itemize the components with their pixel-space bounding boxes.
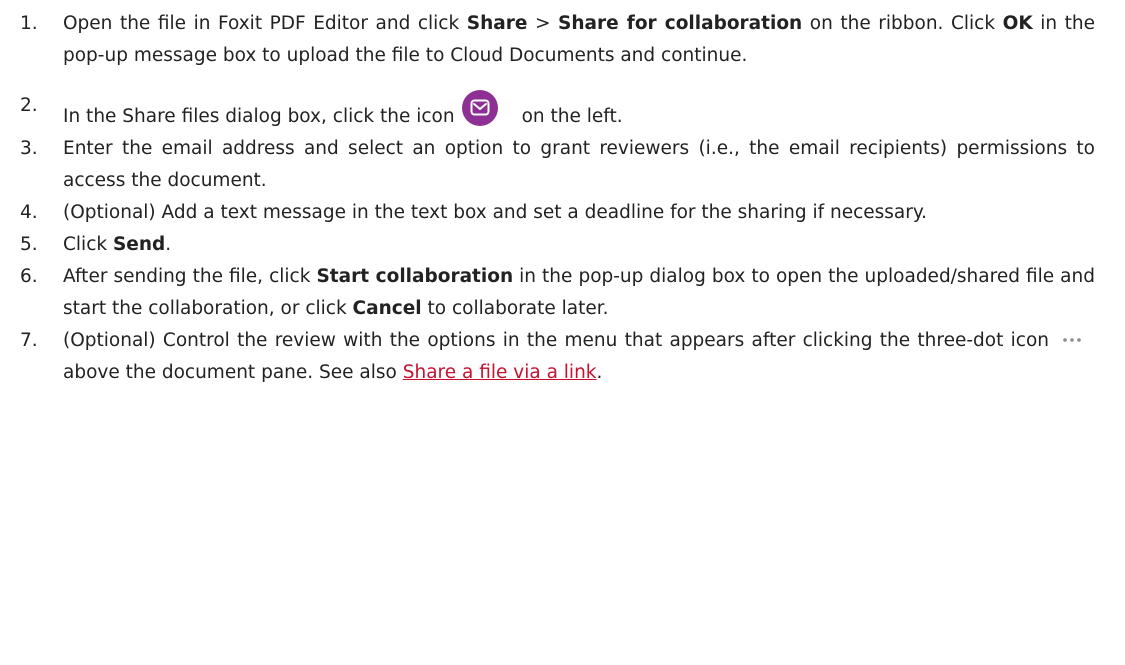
step-text: on the ribbon. Click — [802, 13, 1003, 34]
step-text: above the document pane. See also — [63, 362, 397, 383]
ui-term-ok: OK — [1002, 13, 1033, 34]
mail-icon — [461, 90, 498, 126]
ui-term-cancel: Cancel — [352, 298, 422, 319]
step-text: to collaborate later. — [421, 298, 609, 319]
step-7: 7. (Optional) Control the review with th… — [0, 325, 1095, 389]
three-dot-icon — [1056, 328, 1088, 348]
share-file-via-link[interactable]: Share a file via a link — [403, 362, 597, 383]
step-text: . — [165, 234, 172, 255]
step-6: 6. After sending the file, click Start c… — [0, 261, 1095, 325]
step-text: on the left. — [521, 106, 623, 127]
instructions-document: 1. Open the file in Foxit PDF Editor and… — [0, 0, 1125, 665]
step-1: 1. Open the file in Foxit PDF Editor and… — [0, 8, 1095, 72]
step-text: Open the file in Foxit PDF Editor and cl… — [63, 13, 467, 34]
step-text: In the Share files dialog box, click the… — [63, 106, 455, 127]
step-2: 2. In the Share files dialog box, click … — [0, 90, 1095, 133]
step-number: 3. — [20, 138, 38, 159]
step-text: Enter the email address and select an op… — [63, 138, 1095, 191]
step-number: 5. — [20, 234, 38, 255]
ui-term-share: Share — [466, 13, 528, 34]
step-text: Click — [63, 234, 113, 255]
step-text: (Optional) Control the review with the o… — [63, 330, 1049, 351]
step-number: 6. — [20, 266, 38, 287]
step-number: 2. — [20, 95, 38, 116]
ui-term-share-for-collaboration: Share for collaboration — [558, 13, 803, 34]
step-3: 3. Enter the email address and select an… — [0, 133, 1095, 197]
step-number: 4. — [20, 202, 38, 223]
step-text: After sending the file, click — [63, 266, 317, 287]
step-4: 4. (Optional) Add a text message in the … — [0, 197, 1095, 229]
step-5: 5. Click Send. — [0, 229, 1095, 261]
ui-term-start-collaboration: Start collaboration — [316, 266, 514, 287]
ui-term-send: Send — [112, 234, 166, 255]
steps-list: 1. Open the file in Foxit PDF Editor and… — [0, 8, 1095, 389]
step-number: 7. — [20, 330, 38, 351]
step-text: (Optional) Add a text message in the tex… — [63, 202, 928, 223]
step-text: > — [527, 13, 559, 34]
step-number: 1. — [20, 13, 38, 34]
step-text: . — [596, 362, 603, 383]
